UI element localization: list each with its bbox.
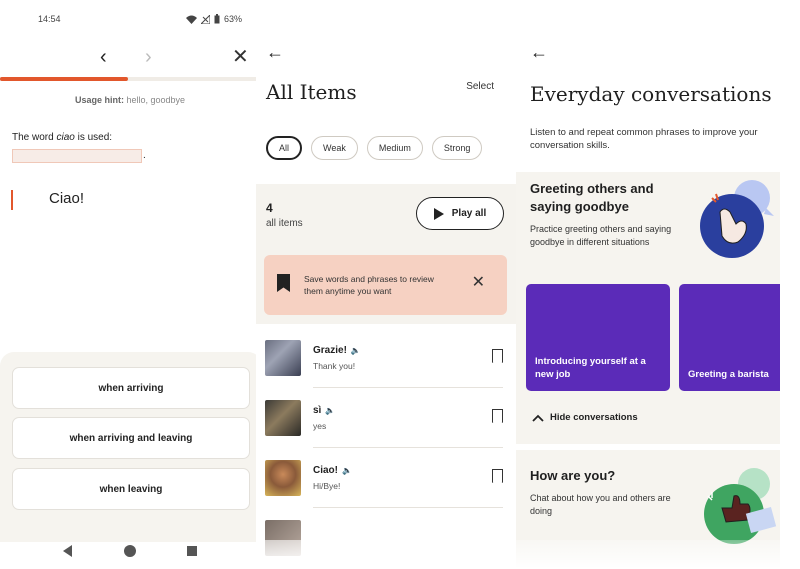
question-word: ciao — [56, 132, 75, 143]
next-chevron-icon[interactable]: › — [145, 46, 152, 69]
thumbs-up-illustration — [704, 468, 777, 544]
topic-description: Chat about how you and others are doing — [530, 493, 671, 516]
battery-icon — [214, 14, 220, 24]
blank-period: . — [143, 150, 146, 161]
conversation-card-label: Introducing yourself at a new job — [535, 356, 646, 380]
usage-hint: Usage hint: hello, goodbye — [0, 95, 260, 105]
page-title: Everyday conversations — [530, 82, 772, 106]
answer-option-arriving-and-leaving[interactable]: when arriving and leaving — [12, 417, 250, 459]
conversations-screen: ← Everyday conversations Listen to and r… — [516, 0, 780, 569]
conversation-card-label: Greeting a barista — [688, 369, 769, 380]
usage-hint-label: Usage hint: — [74, 95, 124, 105]
list-item[interactable]: sì 🔈 yes — [256, 400, 516, 460]
topic-description: Practice greeting others and saying good… — [530, 224, 672, 247]
item-count-label: all items — [266, 218, 303, 229]
item-word: sì 🔈 — [313, 405, 335, 416]
waving-hand-illustration — [700, 180, 774, 258]
filter-chip-strong[interactable]: Strong — [431, 136, 483, 160]
filter-chip-medium[interactable]: Medium — [366, 136, 423, 160]
close-icon[interactable]: ✕ — [472, 272, 485, 292]
list-divider — [313, 507, 503, 508]
item-word: Ciao! 🔈 — [313, 465, 352, 476]
conversation-card-barista[interactable]: Greeting a barista — [679, 284, 780, 391]
status-bar: 14:54 63% — [38, 14, 242, 24]
play-all-label: Play all — [451, 208, 487, 219]
phrase-marker — [11, 190, 13, 210]
previous-chevron-icon[interactable]: ‹ — [100, 46, 107, 69]
question-prefix: The word — [12, 132, 57, 143]
item-word-text: sì — [313, 405, 322, 416]
conversation-card-new-job[interactable]: Introducing yourself at a new job — [526, 284, 670, 391]
filter-chip-all[interactable]: All — [266, 136, 303, 160]
progress-fill — [0, 77, 128, 81]
lesson-progress-bar — [0, 77, 256, 81]
play-icon — [433, 207, 444, 220]
quiz-screen: 14:54 63% ‹ › ✕ Usage hint: hello, goodb… — [0, 0, 260, 569]
play-all-button[interactable]: Play all — [416, 197, 504, 230]
system-navigation-bar-faded — [256, 540, 516, 569]
select-button[interactable]: Select — [466, 81, 494, 92]
system-home-icon[interactable] — [124, 545, 136, 557]
hide-conversations-label: Hide conversations — [550, 412, 638, 423]
save-tip-text: Save words and phrases to review them an… — [304, 274, 434, 296]
usage-hint-value: hello, goodbye — [126, 95, 186, 105]
back-arrow-icon[interactable]: ← — [266, 42, 284, 63]
system-navigation-bar-faded — [516, 540, 780, 569]
bookmark-icon — [277, 274, 290, 292]
item-word: Grazie! 🔈 — [313, 345, 361, 356]
hide-conversations-toggle[interactable]: Hide conversations — [532, 412, 638, 423]
item-thumbnail — [265, 400, 301, 436]
item-thumbnail — [265, 340, 301, 376]
question-text: The word ciao is used: — [12, 132, 112, 143]
speaker-icon[interactable]: 🔈 — [342, 466, 352, 475]
system-navigation-bar — [0, 542, 260, 562]
list-divider — [313, 387, 503, 388]
list-item[interactable]: Ciao! 🔈 Hi/Bye! — [256, 460, 516, 520]
filter-chip-weak[interactable]: Weak — [311, 136, 358, 160]
page-title: All Items — [266, 80, 357, 104]
list-item[interactable]: Grazie! 🔈 Thank you! — [256, 340, 516, 400]
item-translation: yes — [313, 421, 327, 431]
wifi-icon — [185, 15, 197, 24]
back-arrow-icon[interactable]: ← — [530, 42, 548, 63]
topic-title: Greeting others and saying goodbye — [530, 181, 654, 214]
item-word-text: Ciao! — [313, 465, 338, 476]
answer-options-sheet: when arriving when arriving and leaving … — [0, 352, 260, 542]
system-back-icon[interactable] — [63, 545, 72, 557]
item-word-text: Grazie! — [313, 345, 347, 356]
close-icon[interactable]: ✕ — [232, 44, 249, 69]
question-suffix: is used: — [74, 132, 113, 143]
battery-level: 63% — [223, 14, 242, 24]
page-intro: Listen to and repeat common phrases to i… — [530, 127, 758, 151]
system-recents-icon[interactable] — [187, 546, 197, 556]
answer-option-when-leaving[interactable]: when leaving — [12, 468, 250, 510]
chevron-up-icon — [532, 414, 544, 422]
speaker-icon[interactable]: 🔈 — [351, 346, 361, 355]
item-thumbnail — [265, 460, 301, 496]
answer-option-when-arriving[interactable]: when arriving — [12, 367, 250, 409]
item-count: 4 — [266, 201, 273, 215]
strength-filter-chips: All Weak Medium Strong — [266, 136, 483, 160]
topic-title: How are you? — [530, 468, 616, 483]
all-items-screen: ← All Items Select All Weak Medium Stron… — [256, 0, 516, 569]
item-translation: Hi/Bye! — [313, 481, 341, 491]
signal-icon — [200, 14, 210, 24]
answer-blank — [12, 149, 142, 163]
item-translation: Thank you! — [313, 361, 356, 371]
speaker-icon[interactable]: 🔈 — [325, 406, 335, 415]
save-tip-banner: Save words and phrases to review them an… — [264, 255, 507, 315]
quiz-top-nav: ‹ › ✕ — [0, 42, 260, 72]
screenshot-margin — [780, 0, 800, 569]
phrase-text: Ciao! — [49, 190, 85, 207]
status-time: 14:54 — [38, 14, 61, 24]
list-divider — [313, 447, 503, 448]
